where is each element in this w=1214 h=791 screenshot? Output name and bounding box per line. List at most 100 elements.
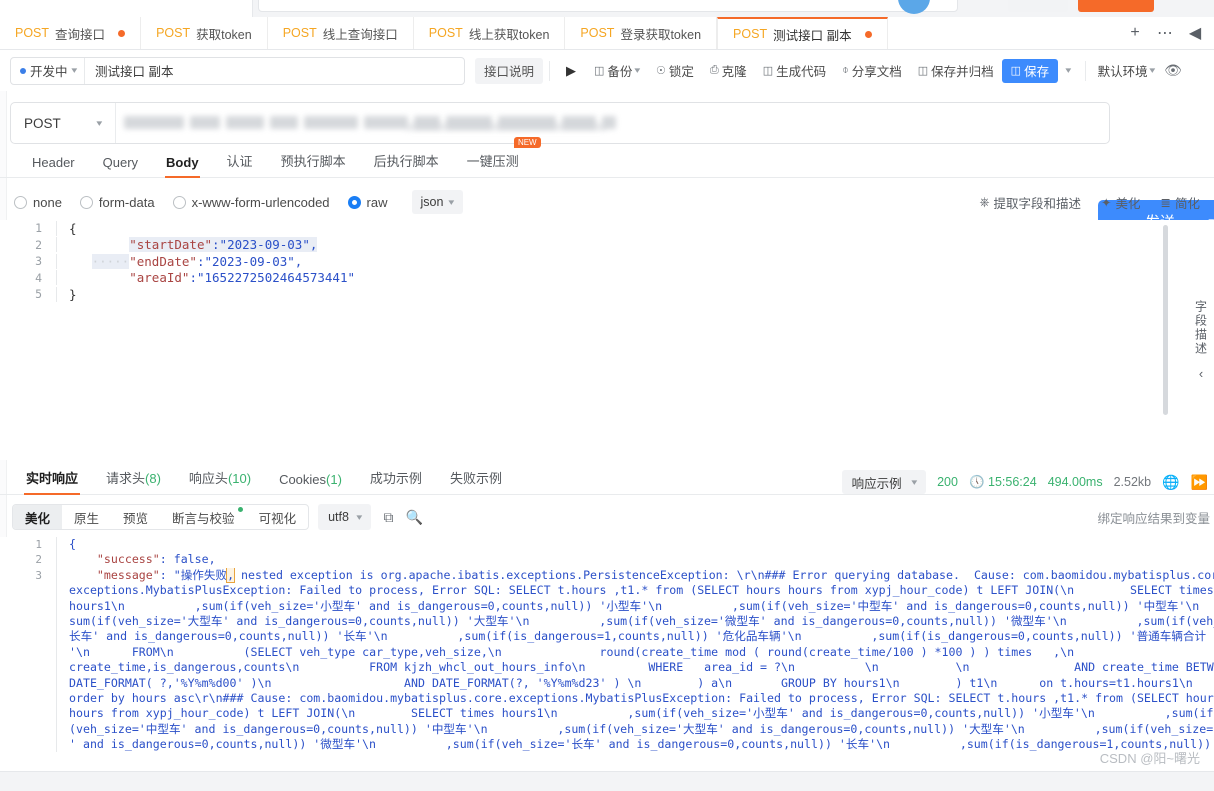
copy-icon[interactable]: ⧉ bbox=[383, 509, 393, 526]
line-text: } bbox=[56, 287, 1214, 302]
api-status-select[interactable]: 开发中 ▾ bbox=[11, 58, 85, 84]
view-mode-visualize[interactable]: 可视化 bbox=[247, 505, 309, 529]
response-body-viewer[interactable]: 1 { 2 "success": false, 3 "message": "操作… bbox=[0, 537, 1214, 771]
api-name-input[interactable]: 测试接口 副本 bbox=[85, 61, 173, 80]
tab-load-test[interactable]: 一键压测 NEW bbox=[453, 151, 533, 177]
json-key: "message" bbox=[97, 568, 160, 582]
tab-item[interactable]: POST 查询接口 bbox=[0, 17, 141, 49]
simplify-button[interactable]: ≣ 简化 bbox=[1161, 193, 1201, 212]
response-line: create_time,is_dangerous,counts\n FROM k… bbox=[0, 660, 1214, 675]
json-value-cont: nested exception is org.apache.ibatis.ex… bbox=[234, 568, 1214, 582]
body-type-none[interactable]: none bbox=[14, 195, 62, 210]
view-mode-raw[interactable]: 原生 bbox=[62, 505, 111, 529]
download-icon[interactable]: ⏩ bbox=[1191, 474, 1208, 491]
backup-button[interactable]: ◫ 备份 ▾ bbox=[586, 58, 648, 84]
tab-post-script[interactable]: 后执行脚本 bbox=[360, 151, 453, 177]
new-badge: NEW bbox=[514, 137, 541, 148]
view-mode-preview[interactable]: 预览 bbox=[111, 505, 160, 529]
sidebar-top-stub bbox=[0, 0, 253, 17]
search-icon[interactable]: 🔍 bbox=[405, 509, 422, 526]
response-example-select[interactable]: 响应示例 ▾ bbox=[842, 470, 927, 494]
tab-response-headers[interactable]: 响应头(10) bbox=[175, 468, 265, 494]
tab-query[interactable]: Query bbox=[89, 155, 152, 177]
field-description-rail[interactable]: 字段描述 ‹ bbox=[1188, 220, 1214, 460]
tab-header[interactable]: Header bbox=[18, 155, 89, 177]
save-dropdown-button[interactable]: ▾ bbox=[1058, 58, 1079, 84]
global-search-box[interactable] bbox=[258, 0, 958, 12]
body-type-form-data[interactable]: form-data bbox=[80, 195, 155, 210]
tab-item[interactable]: POST 线上查询接口 bbox=[268, 17, 414, 49]
indent-guide: ····· bbox=[92, 254, 130, 269]
indent bbox=[69, 568, 97, 582]
chevron-left-icon[interactable]: ‹ bbox=[1199, 366, 1203, 381]
api-description-button[interactable]: 接口说明 bbox=[475, 58, 543, 84]
response-example-label: 响应示例 bbox=[852, 473, 902, 492]
body-type-urlencoded[interactable]: x-www-form-urlencoded bbox=[173, 195, 330, 210]
bind-response-to-variable-label[interactable]: 绑定响应结果到变量 bbox=[1097, 508, 1214, 527]
tab-item[interactable]: POST 获取token bbox=[141, 17, 268, 49]
response-line: hours from xypj_hour_code) t LEFT JOIN(\… bbox=[0, 706, 1214, 721]
body-type-urlencoded-label: x-www-form-urlencoded bbox=[192, 195, 330, 210]
body-action-group: ⎈ 提取字段和描述 ✦ 美化 ≣ 简化 bbox=[979, 193, 1214, 212]
more-tabs-icon[interactable]: ⋯ bbox=[1150, 23, 1180, 43]
help-icon[interactable] bbox=[978, 0, 992, 2]
body-type-raw[interactable]: raw bbox=[348, 195, 388, 210]
line-number: 3 bbox=[0, 568, 56, 583]
request-section-tabs: Header Query Body 认证 预执行脚本 后执行脚本 一键压测 NE… bbox=[0, 146, 1214, 178]
action-tools: ▶ ◫ 备份 ▾ ☉ 锁定 ⎙ 克隆 ◫ 生成代码 ⌽ 分享文档 bbox=[556, 58, 1186, 84]
tab-success-example[interactable]: 成功示例 bbox=[356, 468, 436, 494]
add-tab-icon[interactable]: + bbox=[1120, 24, 1150, 42]
bell-icon[interactable] bbox=[945, 0, 959, 2]
line-number bbox=[0, 737, 56, 752]
http-method-select[interactable]: POST ▾ bbox=[11, 103, 116, 143]
eye-icon[interactable]: 👁 bbox=[1160, 62, 1186, 79]
line-text: DATE_FORMAT( ?,'%Y%m%d00' )\n AND DATE_F… bbox=[56, 676, 1214, 691]
save-archive-button[interactable]: ◫ 保存并归档 bbox=[910, 58, 1002, 84]
editor-scrollbar[interactable] bbox=[1163, 225, 1168, 415]
primary-action-button[interactable] bbox=[1078, 0, 1154, 12]
line-number bbox=[0, 645, 56, 660]
share-doc-button[interactable]: ⌽ 分享文档 bbox=[834, 58, 910, 84]
response-line: 长车' and is_dangerous=0,counts,null)) '长车… bbox=[0, 629, 1214, 644]
tab-item[interactable]: POST 登录获取token bbox=[565, 17, 717, 49]
encoding-select[interactable]: utf8 ▾ bbox=[318, 504, 371, 530]
tab-cookies[interactable]: Cookies(1) bbox=[265, 472, 356, 494]
generate-code-button[interactable]: ◫ 生成代码 bbox=[755, 58, 834, 84]
json-value: :"1652272502464573441" bbox=[189, 270, 355, 285]
json-key: "startDate" bbox=[129, 237, 212, 252]
chevron-down-icon: ▾ bbox=[356, 512, 362, 523]
raw-format-select[interactable]: json ▾ bbox=[412, 190, 463, 214]
response-line: 2 "success": false, bbox=[0, 552, 1214, 567]
view-mode-beautify[interactable]: 美化 bbox=[13, 505, 62, 529]
api-client-window: POST 查询接口 POST 获取token POST 线上查询接口 POST … bbox=[0, 0, 1214, 791]
save-button[interactable]: ◫ 保存 bbox=[1002, 59, 1058, 83]
lock-button[interactable]: ☉ 锁定 bbox=[648, 58, 702, 84]
url-input[interactable] bbox=[116, 103, 1109, 143]
globe-icon[interactable]: 🌐 bbox=[1162, 474, 1179, 491]
tab-item-active[interactable]: POST 测试接口 副本 bbox=[717, 17, 888, 49]
tab-failure-example-label: 失败示例 bbox=[450, 471, 502, 486]
scroll-left-icon[interactable]: ◀ bbox=[1180, 23, 1210, 43]
secondary-action-button[interactable] bbox=[1008, 0, 1068, 12]
chevron-down-icon: ▾ bbox=[71, 65, 77, 76]
tab-request-headers[interactable]: 请求头(8) bbox=[92, 468, 175, 494]
extract-fields-button[interactable]: ⎈ 提取字段和描述 bbox=[979, 193, 1081, 212]
environment-label: 默认环境 bbox=[1098, 61, 1148, 80]
environment-select[interactable]: 默认环境 ▾ bbox=[1092, 61, 1161, 80]
tab-realtime-response[interactable]: 实时响应 bbox=[12, 468, 92, 494]
request-body-editor[interactable]: 1 { 2 "startDate":"2023-09-03", 3 ·····"… bbox=[0, 220, 1214, 460]
beautify-button[interactable]: ✦ 美化 bbox=[1101, 193, 1141, 212]
tab-item[interactable]: POST 线上获取token bbox=[414, 17, 566, 49]
run-button[interactable]: ▶ bbox=[556, 58, 586, 84]
view-mode-assertions[interactable]: 断言与校验 bbox=[160, 505, 247, 529]
tab-failure-example[interactable]: 失败示例 bbox=[436, 468, 516, 494]
response-line: DATE_FORMAT( ?,'%Y%m%d00' )\n AND DATE_F… bbox=[0, 676, 1214, 691]
tab-pre-script[interactable]: 预执行脚本 bbox=[267, 151, 360, 177]
beautify-label: 美化 bbox=[1115, 193, 1140, 212]
tab-request-headers-count: (8) bbox=[145, 471, 161, 486]
clone-button[interactable]: ⎙ 克隆 bbox=[702, 58, 755, 84]
simplify-icon: ≣ bbox=[1161, 195, 1171, 210]
tab-unsaved-dot bbox=[865, 31, 872, 38]
tab-auth[interactable]: 认证 bbox=[213, 151, 267, 177]
tab-body[interactable]: Body bbox=[152, 155, 213, 177]
